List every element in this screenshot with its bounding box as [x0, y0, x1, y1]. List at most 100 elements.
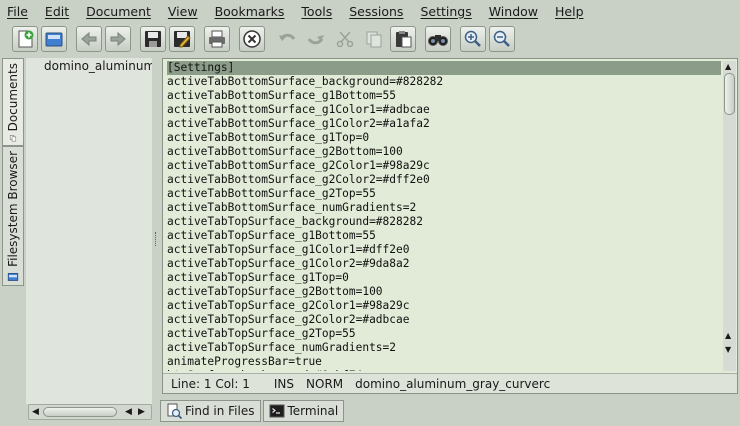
- editor-line[interactable]: activeTabBottomSurface_background=#82828…: [167, 75, 721, 89]
- editor-line[interactable]: activeTabBottomSurface_numGradients=2: [167, 201, 721, 215]
- scrollbar-thumb[interactable]: [724, 73, 735, 115]
- new-document-icon: [18, 30, 34, 48]
- save-button[interactable]: [140, 26, 166, 52]
- new-document-button[interactable]: [12, 26, 38, 52]
- terminal-icon: [269, 404, 284, 418]
- editor-line[interactable]: activeTabBottomSurface_g1Top=0: [167, 131, 721, 145]
- editor-line[interactable]: activeTabTopSurface_g1Bottom=55: [167, 229, 721, 243]
- open-icon: [45, 32, 63, 47]
- cut-button[interactable]: [332, 26, 358, 52]
- menu-tools[interactable]: Tools: [301, 4, 339, 19]
- find-in-files-icon: [167, 403, 182, 419]
- menu-help[interactable]: Help: [555, 4, 591, 19]
- menu-window[interactable]: Window: [489, 4, 545, 19]
- editor-line[interactable]: activeTabTopSurface_g2Top=55: [167, 327, 721, 341]
- undo-icon: [279, 33, 296, 41]
- tab-documents[interactable]: Documents: [2, 58, 24, 146]
- status-filename: domino_aluminum_gray_curverc: [355, 376, 551, 391]
- editor-line[interactable]: activeTabTopSurface_numGradients=2: [167, 341, 721, 355]
- menu-sessions[interactable]: Sessions: [349, 4, 410, 19]
- tab-filesystem-label: Filesystem Browser: [6, 151, 20, 267]
- scroll-down-icon[interactable]: ▼: [725, 345, 731, 354]
- cut-icon: [336, 31, 354, 48]
- editor-vertical-scrollbar[interactable]: ▲ ▲ ▼: [723, 61, 736, 371]
- editor-line[interactable]: animateProgressBar=true: [167, 355, 721, 369]
- scroll-right-icon[interactable]: ▶: [138, 407, 145, 417]
- menu-settings[interactable]: Settings: [420, 4, 478, 19]
- redo-button[interactable]: [303, 26, 329, 52]
- tab-terminal[interactable]: Terminal: [262, 400, 345, 422]
- close-icon: [243, 30, 261, 48]
- undo-button[interactable]: [274, 26, 300, 52]
- zoom-in-icon: [464, 30, 481, 47]
- side-tab-bar: Documents Filesystem Browser: [2, 58, 24, 288]
- paste-button[interactable]: [390, 26, 416, 52]
- editor-line[interactable]: activeTabTopSurface_g2Color2=#adbcae: [167, 313, 721, 327]
- save-as-icon: [174, 31, 191, 48]
- editor-line[interactable]: activeTabBottomSurface_g1Bottom=55: [167, 89, 721, 103]
- redo-icon: [307, 35, 324, 45]
- zoom-out-icon: [493, 30, 510, 47]
- editor-line[interactable]: activeTabBottomSurface_g2Top=55: [167, 187, 721, 201]
- input-mode: NORM: [306, 376, 344, 391]
- editor-line[interactable]: activeTabTopSurface_g2Color1=#98a29c: [167, 299, 721, 313]
- menu-file[interactable]: File: [7, 4, 35, 19]
- copy-icon: [366, 31, 382, 48]
- editor-text-area[interactable]: [Settings] activeTabBottomSurface_backgro…: [167, 61, 721, 371]
- editor-line[interactable]: activeTabTopSurface_g1Top=0: [167, 271, 721, 285]
- editor-line[interactable]: [Settings]: [167, 61, 721, 75]
- editor-line[interactable]: activeTabBottomSurface_g2Color2=#dff2e0: [167, 173, 721, 187]
- editor-line[interactable]: activeTabBottomSurface_g2Bottom=100: [167, 145, 721, 159]
- print-icon: [209, 30, 225, 48]
- scroll-up-icon[interactable]: ▲: [725, 62, 731, 71]
- close-button[interactable]: [239, 26, 265, 52]
- menu-bookmarks[interactable]: Bookmarks: [215, 4, 292, 19]
- editor-line[interactable]: activeTabBottomSurface_g1Color1=#adbcae: [167, 103, 721, 117]
- editor-status-bar: Line: 1 Col: 1 INS NORM domino_aluminum_…: [163, 373, 737, 393]
- scroll-left-icon[interactable]: ◀: [32, 407, 39, 417]
- zoom-out-button[interactable]: [489, 26, 515, 52]
- save-icon: [145, 31, 161, 47]
- tab-filesystem-browser[interactable]: Filesystem Browser: [2, 146, 24, 286]
- zoom-in-button[interactable]: [460, 26, 486, 52]
- tab-documents-label: Documents: [6, 63, 20, 132]
- main-toolbar: [0, 22, 740, 56]
- editor-view: [Settings] activeTabBottomSurface_backgro…: [162, 58, 738, 394]
- back-icon: [81, 31, 97, 47]
- document-list-item[interactable]: domino_aluminum_: [44, 59, 152, 73]
- editor-line[interactable]: activeTabTopSurface_background=#828282: [167, 215, 721, 229]
- find-icon: [428, 35, 448, 46]
- scroll-left-end-icon[interactable]: ◀: [125, 407, 132, 417]
- scroll-up-lower-icon[interactable]: ▲: [725, 331, 731, 340]
- forward-icon: [110, 31, 126, 47]
- editor-line[interactable]: btnSurface_background=#8abf74: [167, 369, 721, 371]
- filesystem-icon: [7, 272, 19, 281]
- menu-view[interactable]: View: [168, 4, 205, 19]
- editor-line[interactable]: activeTabBottomSurface_g2Color1=#98a29c: [167, 159, 721, 173]
- cursor-position: Line: 1 Col: 1: [171, 376, 250, 391]
- documents-icon: [9, 135, 17, 142]
- tab-find-in-files-label: Find in Files: [185, 404, 255, 418]
- editor-line[interactable]: activeTabTopSurface_g1Color1=#dff2e0: [167, 243, 721, 257]
- documents-panel: domino_aluminum_: [26, 58, 152, 404]
- find-button[interactable]: [425, 26, 451, 52]
- tab-terminal-label: Terminal: [287, 404, 339, 418]
- panel-splitter[interactable]: [155, 232, 158, 246]
- open-button[interactable]: [41, 26, 67, 52]
- editor-line[interactable]: activeTabBottomSurface_g1Color2=#a1afa2: [167, 117, 721, 131]
- print-button[interactable]: [204, 26, 230, 52]
- editor-line[interactable]: activeTabTopSurface_g2Bottom=100: [167, 285, 721, 299]
- menu-bar: File Edit Document View Bookmarks Tools …: [0, 0, 740, 22]
- back-button[interactable]: [76, 26, 102, 52]
- editor-line[interactable]: activeTabTopSurface_g1Color2=#9da8a2: [167, 257, 721, 271]
- menu-document[interactable]: Document: [86, 4, 158, 19]
- menu-edit[interactable]: Edit: [45, 4, 76, 19]
- paste-icon: [396, 31, 412, 48]
- tool-view-tabs: Find in Files Terminal: [160, 400, 346, 424]
- documents-horizontal-scrollbar[interactable]: ◀ ◀ ▶: [28, 404, 152, 420]
- tab-find-in-files[interactable]: Find in Files: [160, 400, 261, 422]
- save-as-button[interactable]: [169, 26, 195, 52]
- forward-button[interactable]: [105, 26, 131, 52]
- scrollbar-thumb[interactable]: [43, 407, 117, 417]
- copy-button[interactable]: [361, 26, 387, 52]
